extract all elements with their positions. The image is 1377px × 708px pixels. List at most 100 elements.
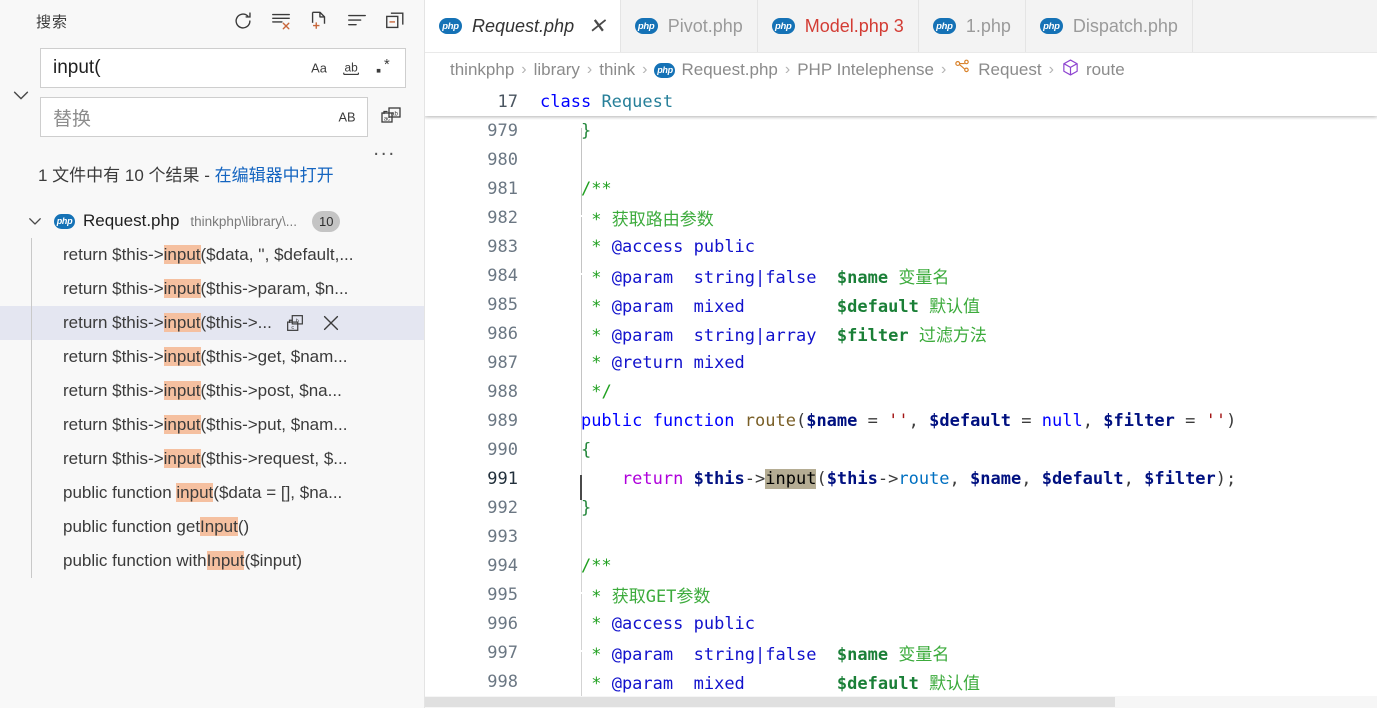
- breadcrumb-label: thinkphp: [450, 60, 514, 80]
- refresh-icon[interactable]: [232, 10, 254, 32]
- line-content: }: [540, 498, 591, 518]
- editor-tab[interactable]: phpPivot.php: [621, 0, 758, 52]
- code-line[interactable]: 981 /**: [425, 174, 1377, 203]
- editor-tab[interactable]: phpRequest.php✕: [425, 0, 621, 52]
- breadcrumb-label: library: [534, 60, 580, 80]
- toggle-search-details-icon[interactable]: ...: [367, 139, 402, 159]
- search-match-row[interactable]: return $this->input($this->get, $nam...: [0, 340, 424, 374]
- line-content: [540, 527, 581, 547]
- tree-indent-guide: [31, 306, 32, 340]
- code-line[interactable]: 996 * @access public: [425, 609, 1377, 638]
- breadcrumb-item[interactable]: PHP Intelephense: [797, 60, 934, 80]
- code-line-current[interactable]: 991 return $this->input($this->route, $n…: [425, 464, 1377, 493]
- match-case-icon[interactable]: Aa: [307, 56, 331, 80]
- code-line[interactable]: 988 */: [425, 377, 1377, 406]
- search-match-row-selected[interactable]: return $this->input($this->...cb: [0, 306, 424, 340]
- clear-search-results-icon[interactable]: [270, 10, 292, 32]
- dismiss-result-icon[interactable]: [320, 312, 342, 334]
- editor-tab-label: Pivot.php: [668, 16, 743, 37]
- replace-all-icon[interactable]: ac ab: [378, 103, 406, 131]
- code-line[interactable]: 986 * @param string|array $filter 过滤方法: [425, 319, 1377, 348]
- match-prefix: public function with: [63, 551, 207, 570]
- match-prefix: return $this->: [63, 313, 164, 332]
- breadcrumb-separator-icon: ›: [521, 61, 526, 79]
- svg-text:c: c: [291, 325, 294, 331]
- code-line[interactable]: 989 public function route($name = '', $d…: [425, 406, 1377, 435]
- search-match-row[interactable]: public function input($data = [], $na...: [0, 476, 424, 510]
- search-result-summary: 1 文件中有 10 个结果 - 在编辑器中打开: [0, 159, 424, 190]
- replace-input-options: AB: [335, 105, 359, 129]
- line-content: [540, 150, 581, 170]
- match-highlight: input: [164, 245, 201, 264]
- breadcrumb-item[interactable]: thinkphp: [450, 60, 514, 80]
- editor-horizontal-scrollbar[interactable]: [425, 696, 1377, 708]
- breadcrumb-item[interactable]: library: [534, 60, 580, 80]
- search-match-row[interactable]: public function withInput($input): [0, 544, 424, 578]
- search-input[interactable]: input( Aa ab *: [40, 48, 406, 88]
- collapse-all-icon[interactable]: [384, 10, 406, 32]
- search-match-text: return $this->input($this->post, $na...: [63, 381, 342, 401]
- open-in-editor-link[interactable]: 在编辑器中打开: [215, 166, 334, 185]
- search-match-row[interactable]: public function getInput(): [0, 510, 424, 544]
- preserve-case-icon[interactable]: AB: [335, 105, 359, 129]
- editor-tab[interactable]: php1.php: [919, 0, 1026, 52]
- svg-text:ab: ab: [344, 61, 358, 75]
- search-match-row[interactable]: return $this->input($this->param, $n...: [0, 272, 424, 306]
- code-line[interactable]: 985 * @param mixed $default 默认值: [425, 290, 1377, 319]
- code-viewport[interactable]: 979 } 980 981 /** 982 * 获取路由参数 983 * @ac…: [425, 116, 1377, 708]
- line-content: */: [540, 382, 612, 402]
- code-line[interactable]: 984 * @param string|false $name 变量名: [425, 261, 1377, 290]
- line-content: {: [540, 440, 591, 460]
- line-number: 993: [425, 527, 540, 547]
- editor-horizontal-scrollbar-thumb[interactable]: [425, 697, 1115, 707]
- match-suffix: ($data, '', $default,...: [201, 245, 354, 264]
- breadcrumb-item[interactable]: phpRequest.php: [654, 60, 777, 80]
- code-line[interactable]: 982 * 获取路由参数: [425, 203, 1377, 232]
- match-whole-word-icon[interactable]: ab: [340, 56, 364, 80]
- toggle-replace-chevron-down-icon[interactable]: [10, 84, 32, 111]
- replace-preview-icon[interactable]: cb: [284, 312, 306, 334]
- view-as-tree-icon[interactable]: [346, 10, 368, 32]
- search-result-file-path: thinkphp\library\...: [190, 214, 297, 229]
- code-line[interactable]: 990 {: [425, 435, 1377, 464]
- code-line[interactable]: 994 /**: [425, 551, 1377, 580]
- use-regex-icon[interactable]: *: [373, 56, 397, 80]
- search-result-file-row[interactable]: php Request.php thinkphp\library\... 10: [0, 204, 424, 238]
- code-line[interactable]: 995 * 获取GET参数: [425, 580, 1377, 609]
- line-number: 988: [425, 382, 540, 402]
- open-new-search-editor-icon[interactable]: [308, 10, 330, 32]
- match-highlight: input: [176, 483, 213, 502]
- code-line[interactable]: 987 * @return mixed: [425, 348, 1377, 377]
- chevron-down-icon[interactable]: [24, 212, 46, 230]
- code-line[interactable]: 992 }: [425, 493, 1377, 522]
- editor-tab-label: Dispatch.php: [1073, 16, 1178, 37]
- search-result-count: 1 文件中有 10 个结果 -: [38, 166, 215, 185]
- editor-tab[interactable]: phpDispatch.php: [1026, 0, 1193, 52]
- replace-input[interactable]: 替换 AB: [40, 97, 368, 137]
- search-match-row[interactable]: return $this->input($this->put, $nam...: [0, 408, 424, 442]
- replace-row: 替换 AB ac ab: [40, 97, 406, 137]
- match-suffix: (): [238, 517, 249, 536]
- code-line[interactable]: 993: [425, 522, 1377, 551]
- sticky-scroll-line[interactable]: 17 class Request: [425, 87, 1377, 116]
- search-match-row[interactable]: return $this->input($this->post, $na...: [0, 374, 424, 408]
- code-line[interactable]: 997 * @param string|false $name 变量名: [425, 638, 1377, 667]
- code-line[interactable]: 980: [425, 145, 1377, 174]
- match-highlight: input: [164, 279, 201, 298]
- editor-tab[interactable]: phpModel.php 3: [758, 0, 919, 52]
- line-number: 981: [425, 179, 540, 199]
- search-result-file-name: Request.php: [83, 211, 179, 231]
- breadcrumb-item[interactable]: route: [1061, 58, 1125, 82]
- breadcrumb-item[interactable]: think: [599, 60, 635, 80]
- search-match-row[interactable]: return $this->input($data, '', $default,…: [0, 238, 424, 272]
- code-line[interactable]: 979 }: [425, 116, 1377, 145]
- close-icon[interactable]: ✕: [588, 16, 606, 37]
- match-prefix: public function: [63, 483, 176, 502]
- match-suffix: ($data = [], $na...: [213, 483, 342, 502]
- code-line[interactable]: 998 * @param mixed $default 默认值: [425, 667, 1377, 696]
- breadcrumb-separator-icon: ›: [1049, 61, 1054, 79]
- code-line[interactable]: 983 * @access public: [425, 232, 1377, 261]
- sticky-line-code: class Request: [540, 92, 673, 112]
- breadcrumb-item[interactable]: Request: [953, 58, 1041, 82]
- search-match-row[interactable]: return $this->input($this->request, $...: [0, 442, 424, 476]
